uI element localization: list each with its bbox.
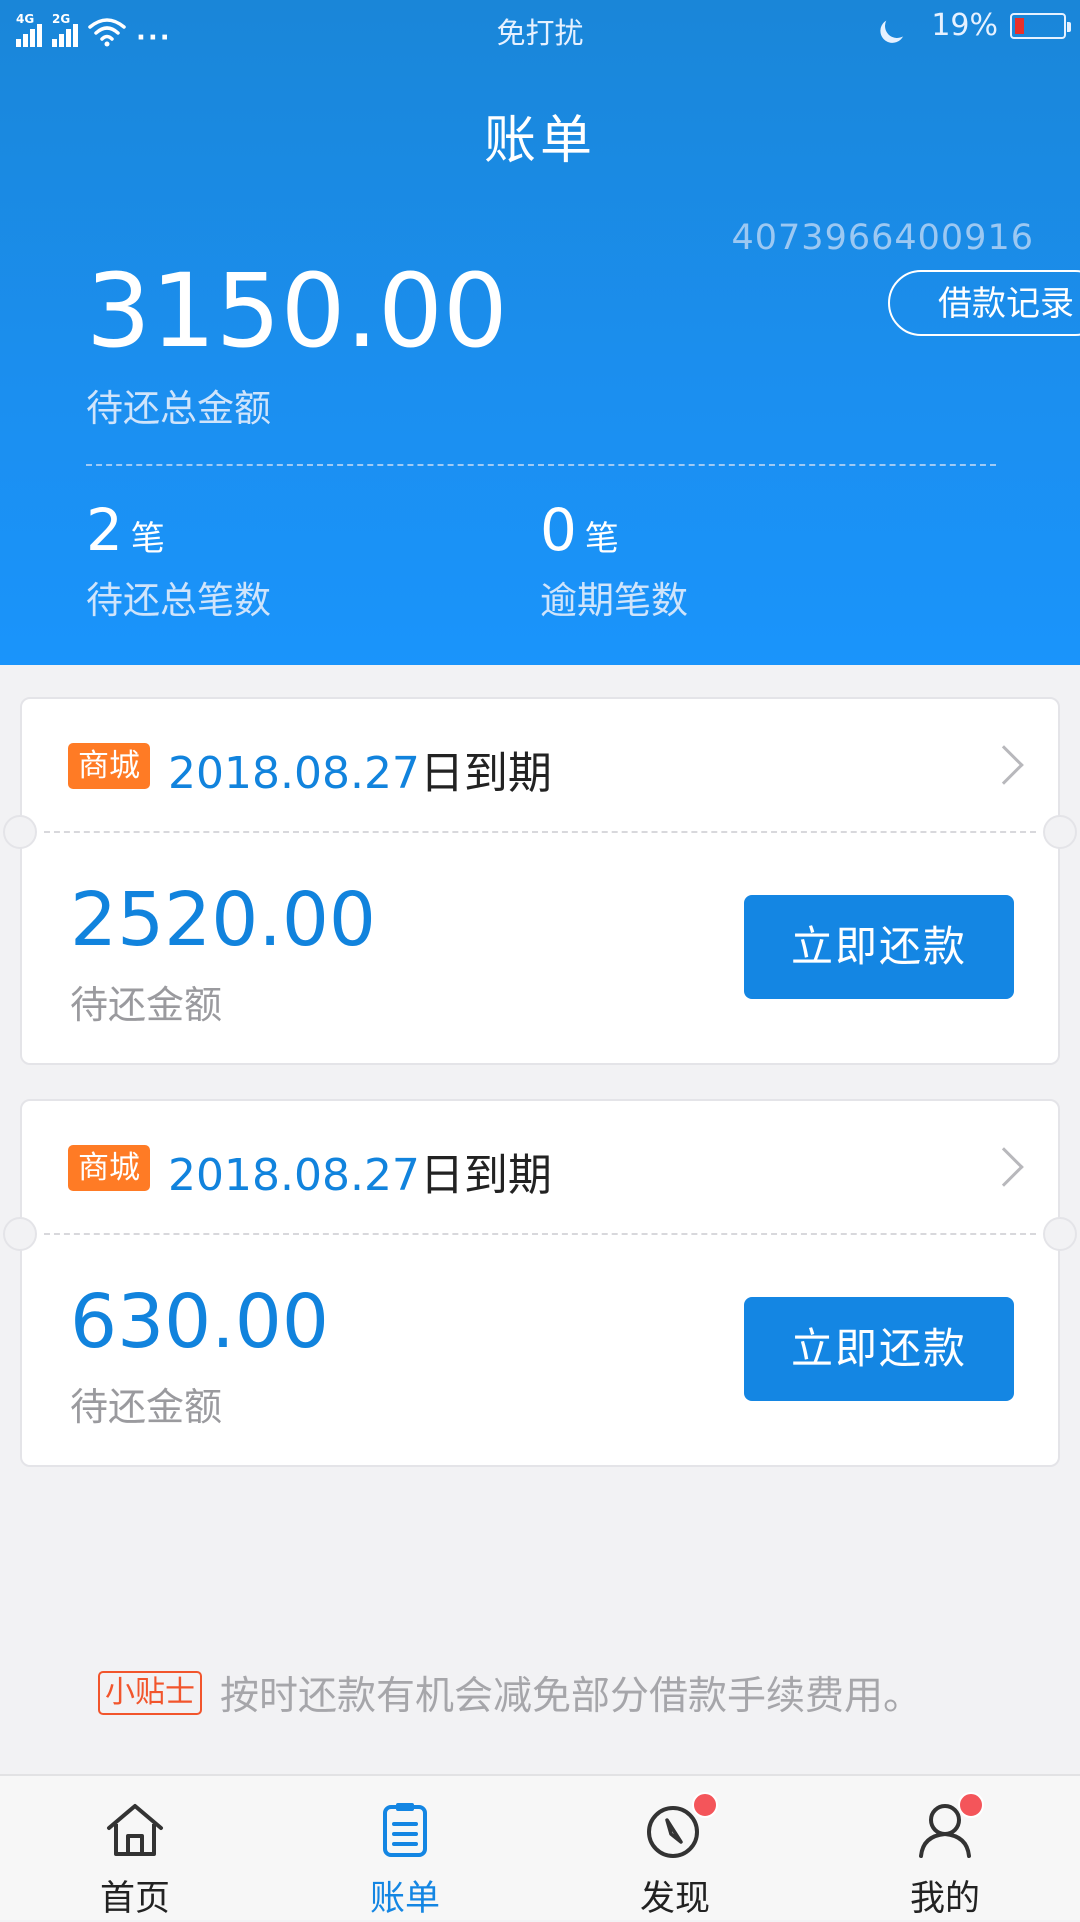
bill-due: 2018.08.27日到期 — [168, 737, 552, 801]
bill-due-date: 2018.08.27 — [168, 748, 420, 799]
account-number: 4073966400916 — [731, 218, 1034, 258]
card-notch-right — [1043, 1217, 1077, 1251]
bill-icon — [383, 1803, 427, 1857]
bill-amount-label: 待还金额 — [70, 1385, 223, 1429]
bill-card-divider — [44, 1233, 1036, 1235]
card-notch-left — [3, 1217, 37, 1251]
bill-card-divider — [44, 831, 1036, 833]
pending-unit: 笔 — [130, 519, 165, 559]
nav-item-bill[interactable]: 账单 — [270, 1776, 540, 1922]
nav-label-home: 首页 — [99, 1879, 170, 1919]
bill-amount: 2520.00 — [70, 877, 377, 963]
bill-card: 商城 2018.08.27日到期 2520.00 待还金额 立即还款 — [3, 697, 1077, 1065]
bill-due-suffix: 日到期 — [419, 1150, 552, 1201]
pending-count-label: 待还总笔数 — [86, 579, 271, 622]
page-title: 账单 — [483, 111, 596, 171]
nav-item-discover[interactable]: 发现 — [540, 1776, 810, 1922]
overdue-count-stat: 0笔 逾期笔数 — [540, 496, 688, 624]
home-icon — [107, 1804, 163, 1856]
total-amount-label: 待还总金额 — [86, 387, 271, 430]
bill-amount: 630.00 — [70, 1279, 329, 1365]
bill-due: 2018.08.27日到期 — [168, 1139, 552, 1203]
overdue-count: 0 — [540, 496, 577, 564]
header-divider — [86, 464, 996, 466]
tip-text: 按时还款有机会减免部分借款手续费用。 — [220, 1674, 923, 1719]
bill-card-header[interactable]: 商城 2018.08.27日到期 — [22, 1101, 1058, 1234]
card-notch-right — [1043, 815, 1077, 849]
tip-banner: 小贴士 按时还款有机会减免部分借款手续费用。 — [98, 1665, 922, 1721]
chevron-right-icon[interactable] — [984, 1147, 1024, 1187]
repay-now-button[interactable]: 立即还款 — [744, 895, 1014, 999]
battery-level — [1015, 17, 1024, 34]
bill-tag: 商城 — [68, 743, 150, 789]
bill-card-header[interactable]: 商城 2018.08.27日到期 — [22, 699, 1058, 832]
moon-icon — [882, 10, 913, 41]
bill-due-date: 2018.08.27 — [168, 1150, 420, 1201]
nav-label-discover: 发现 — [639, 1879, 710, 1919]
overdue-count-label: 逾期笔数 — [540, 579, 688, 622]
card-notch-left — [3, 815, 37, 849]
bill-amount-label: 待还金额 — [70, 983, 223, 1027]
battery-percent: 19% — [931, 8, 998, 43]
tip-tag: 小贴士 — [98, 1671, 202, 1715]
bill-due-suffix: 日到期 — [419, 748, 552, 799]
bill-tag: 商城 — [68, 1145, 150, 1191]
status-right: 19% — [882, 8, 1071, 43]
bill-card: 商城 2018.08.27日到期 630.00 待还金额 立即还款 — [3, 1099, 1077, 1467]
overdue-unit: 笔 — [584, 519, 619, 559]
loan-record-button[interactable]: 借款记录 — [888, 270, 1080, 336]
nav-item-home[interactable]: 首页 — [0, 1776, 270, 1922]
battery-icon — [1010, 12, 1071, 39]
chevron-right-icon[interactable] — [984, 745, 1024, 785]
mine-badge — [958, 1792, 984, 1818]
total-amount: 3150.00 — [86, 252, 508, 371]
header: 4G 2G ··· 免打扰 19% 账单 4073966400916 借款记录 … — [0, 0, 1080, 665]
bottom-nav: 首页 账单 发现 我的 — [0, 1774, 1080, 1920]
nav-label-bill: 账单 — [369, 1879, 440, 1919]
repay-now-button[interactable]: 立即还款 — [744, 1297, 1014, 1401]
pending-count: 2 — [86, 496, 123, 564]
discover-badge — [692, 1792, 718, 1818]
nav-label-mine: 我的 — [909, 1879, 980, 1919]
status-bar: 4G 2G ··· 免打扰 19% — [0, 0, 1080, 56]
nav-item-mine[interactable]: 我的 — [810, 1776, 1080, 1922]
pending-count-stat: 2笔 待还总笔数 — [86, 496, 271, 624]
